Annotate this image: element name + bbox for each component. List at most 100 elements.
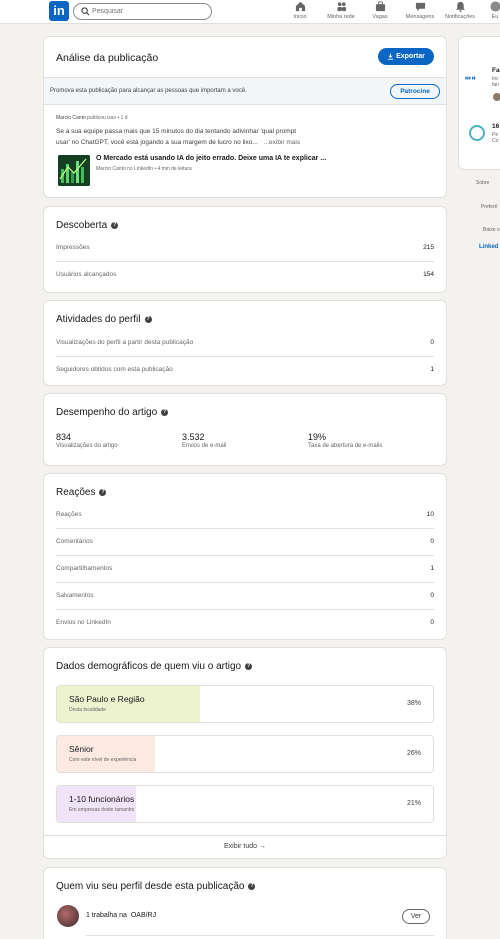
footer-link-preferences[interactable]: Preferê (481, 204, 497, 210)
article-title[interactable]: O Mercado está usando IA do jeito errado… (96, 155, 326, 162)
metric-row[interactable]: Salvamentos 0 (56, 583, 434, 610)
nav-jobs[interactable]: Vagas (368, 1, 392, 23)
nav-me-label: Eu (491, 14, 499, 20)
view-button[interactable]: Ver (402, 909, 430, 924)
rail-item-title[interactable]: Fa (492, 67, 500, 74)
discovery-card: Descoberta ? Impressões 215 Usuários alc… (43, 206, 447, 293)
profile-viewers-title-wrap: Quem viu seu perfil desde esta publicaçã… (56, 881, 256, 892)
metric-row[interactable]: Visualizações do perfil a partir desta p… (56, 330, 434, 357)
viewer-org: OAB/RJ (130, 912, 157, 919)
rail-item-avatar (493, 93, 500, 101)
metric-row[interactable]: Impressões 215 (56, 235, 434, 262)
nav-notifications-label: Notificações (445, 14, 475, 20)
viewer-prefix: 1 trabalha na (86, 912, 127, 919)
metric-value: 1 (430, 565, 434, 572)
nav-network[interactable]: Minha rede (324, 1, 358, 23)
avatar-icon (489, 1, 500, 12)
profile-activity-title: Atividades do perfil (56, 314, 141, 325)
top-navigation-bar: in Início Minha rede Vagas Mensagens Not… (0, 0, 500, 24)
download-icon (387, 53, 394, 60)
linkedin-logo[interactable]: in (49, 1, 69, 21)
stat-email-sends[interactable]: 3.532 Envios de e-mail (182, 432, 226, 449)
demographic-bar (57, 686, 200, 722)
demographic-item[interactable]: 1-10 funcionários Em empresas deste tama… (56, 785, 434, 823)
rail-item-text: Co (492, 138, 499, 144)
post-preview[interactable]: Marcio Canto publicou isso • 1 d Se a su… (56, 115, 436, 195)
right-rail-card: ▮▮▮ ▮▮ Fa Inc fan 16 Pe Co (458, 36, 500, 170)
metric-row[interactable]: Reações 10 (56, 502, 434, 529)
footer-link-about[interactable]: Sobre (476, 180, 489, 186)
metric-row[interactable]: Seguidores obtidos com esta publicação 1 (56, 357, 434, 384)
post-author[interactable]: Marcio Canto (56, 115, 86, 121)
post-meta: publicou isso • 1 d (87, 115, 128, 121)
reactions-title: Reações (56, 487, 96, 498)
metric-value: 0 (430, 619, 434, 626)
viewer-description[interactable]: 1 trabalha na OAB/RJ (86, 912, 156, 919)
stat-email-open-rate[interactable]: 19% Taxa de abertura de e-mails (308, 432, 382, 449)
stat-value: 3.532 (182, 432, 205, 442)
export-button[interactable]: Exportar (378, 48, 434, 65)
metric-row[interactable]: Envios no LinkedIn 0 (56, 610, 434, 637)
stat-article-views[interactable]: 834 Visualizações do artigo (56, 432, 118, 449)
article-meta: Marcio Canto no LinkedIn • 4 min de leit… (96, 166, 192, 172)
help-icon[interactable]: ? (144, 316, 152, 323)
demographics-card: Dados demográficos de quem viu o artigo … (43, 647, 447, 859)
rail-item-logo[interactable]: ▮▮▮ ▮▮ (465, 71, 487, 85)
stat-label: Visualizações do artigo (56, 443, 118, 449)
demographic-percent: 38% (406, 700, 421, 707)
viewer-avatar[interactable] (57, 905, 79, 927)
nav-me[interactable]: Eu (488, 1, 500, 23)
footer-link-download[interactable]: Baixe o (483, 227, 500, 233)
promote-text: Promova esta publicação para alcançar as… (50, 88, 247, 94)
messages-icon (415, 2, 425, 12)
article-performance-title-wrap: Desempenho do artigo ? (56, 407, 169, 418)
metric-label: Salvamentos (56, 592, 94, 599)
demographic-percent: 26% (406, 750, 421, 757)
search-box[interactable] (73, 3, 212, 20)
metric-row[interactable]: Usuários alcançados 154 (56, 262, 434, 289)
metric-label: Envios no LinkedIn (56, 619, 111, 626)
export-label: Exportar (396, 53, 425, 60)
post-analysis-title: Análise da publicação (56, 52, 159, 64)
demographic-item[interactable]: Sênior Com este nível de experiência 26% (56, 735, 434, 773)
help-icon[interactable]: ? (161, 409, 169, 416)
metric-value: 0 (430, 592, 434, 599)
home-icon (295, 1, 305, 12)
show-all-button[interactable]: Exibir tudo → (44, 843, 446, 850)
search-input[interactable] (92, 5, 207, 18)
nav-notifications[interactable]: Notificações (441, 1, 479, 23)
nav-messages[interactable]: Mensagens (403, 1, 437, 23)
rail-item-logo[interactable] (469, 125, 485, 141)
metric-label: Seguidores obtidos com esta publicação (56, 366, 173, 373)
metric-label: Compartilhamentos (56, 565, 113, 572)
sponsor-button[interactable]: Patrocine (390, 84, 440, 99)
discovery-title: Descoberta (56, 220, 108, 231)
metric-row[interactable]: Comentários 0 (56, 529, 434, 556)
viewer-divider (86, 935, 434, 936)
rail-item-title[interactable]: 16 (492, 123, 499, 130)
stat-label: Taxa de abertura de e-mails (308, 443, 383, 449)
demographic-percent: 21% (406, 800, 421, 807)
profile-viewers-card: Quem viu seu perfil desde esta publicaçã… (43, 867, 447, 939)
article-performance-title: Desempenho do artigo (56, 407, 158, 418)
footer-linkedin-brand[interactable]: Linked (479, 244, 498, 250)
demographic-item[interactable]: São Paulo e Região Desta localidade 38% (56, 685, 434, 723)
demographics-title: Dados demográficos de quem viu o artigo (56, 661, 242, 672)
network-icon (336, 2, 346, 12)
demographic-name: 1-10 funcionários (69, 794, 135, 804)
help-icon[interactable]: ? (248, 883, 256, 890)
post-author-line: Marcio Canto publicou isso • 1 d (56, 115, 436, 121)
demographic-bar (57, 736, 155, 772)
stat-value: 834 (56, 432, 72, 442)
metric-row[interactable]: Compartilhamentos 1 (56, 556, 434, 583)
demographic-sub: Com este nível de experiência (69, 757, 137, 763)
metric-label: Impressões (56, 244, 90, 251)
discovery-title-wrap: Descoberta ? (56, 220, 119, 231)
help-icon[interactable]: ? (99, 489, 107, 496)
nav-home[interactable]: Início (288, 1, 312, 23)
demographic-name: Sênior (69, 744, 94, 754)
metric-label: Visualizações do perfil a partir desta p… (56, 339, 194, 346)
help-icon[interactable]: ? (111, 222, 119, 229)
help-icon[interactable]: ? (245, 663, 253, 670)
show-more-link[interactable]: ...exibir mais (264, 139, 300, 146)
